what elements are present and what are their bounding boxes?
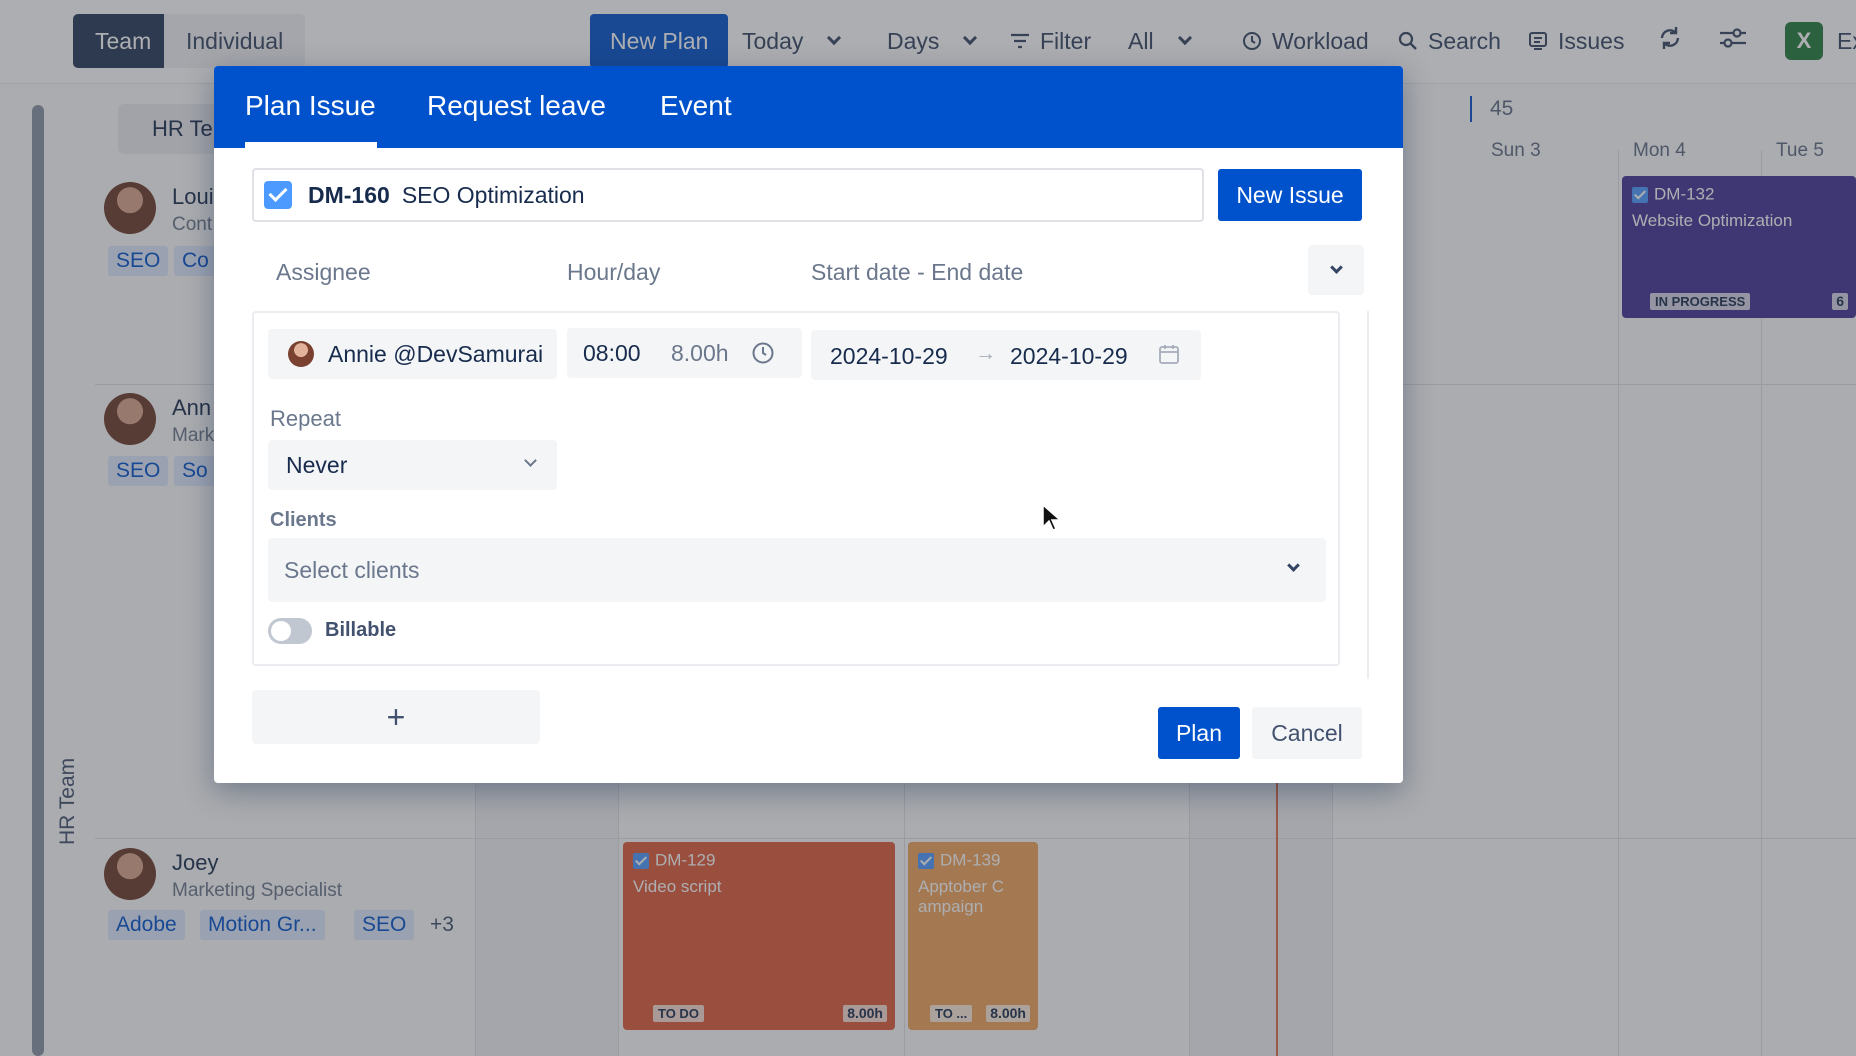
tab-event[interactable]: Event — [660, 90, 732, 122]
clock-icon — [751, 341, 775, 370]
chevron-down-icon — [524, 454, 537, 467]
collapse-button[interactable] — [1308, 245, 1364, 295]
panel-scrollbar[interactable] — [1367, 311, 1369, 679]
end-date[interactable]: 2024-10-29 — [1010, 343, 1128, 370]
new-issue-button[interactable]: New Issue — [1218, 169, 1362, 221]
start-date[interactable]: 2024-10-29 — [830, 343, 948, 370]
tab-plan-issue[interactable]: Plan Issue — [245, 90, 376, 122]
chevron-down-icon — [1329, 261, 1343, 274]
clients-label: Clients — [270, 509, 337, 531]
plan-button[interactable]: Plan — [1158, 707, 1240, 759]
assignee-select[interactable]: Annie @DevSamurai — [268, 329, 557, 379]
mouse-cursor-icon — [1042, 503, 1062, 537]
assignee-name: Annie @DevSamurai — [328, 340, 544, 367]
issue-selector[interactable]: DM-160 SEO Optimization — [252, 168, 1204, 222]
plan-label: Plan — [1175, 719, 1223, 746]
calendar-icon — [1158, 343, 1180, 370]
issue-key: DM-160 — [308, 181, 390, 208]
issue-checkbox[interactable] — [264, 181, 292, 209]
start-time-value[interactable]: 08:00 — [583, 340, 641, 367]
cancel-label: Cancel — [1271, 719, 1343, 746]
avatar — [288, 341, 314, 367]
tab-request-leave[interactable]: Request leave — [427, 90, 606, 122]
toggle-knob — [271, 621, 291, 641]
clients-select[interactable]: Select clients — [268, 538, 1326, 602]
repeat-select[interactable]: Never — [268, 440, 557, 490]
add-row-button[interactable]: + — [252, 690, 540, 744]
billable-label: Billable — [325, 619, 397, 641]
hours-input[interactable]: 08:00 8.00h — [567, 328, 802, 378]
repeat-value: Never — [286, 451, 348, 478]
arrow-right-icon: → — [975, 342, 996, 365]
plus-icon: + — [386, 698, 406, 735]
clients-placeholder: Select clients — [284, 556, 420, 583]
hours-value[interactable]: 8.00h — [671, 340, 729, 367]
plan-dialog: Plan Issue Request leave Event DM-160 SE… — [214, 66, 1403, 783]
assignee-column-label: Assignee — [276, 259, 371, 285]
issue-title: SEO Optimization — [401, 181, 585, 208]
billable-toggle[interactable] — [268, 618, 312, 644]
active-tab-indicator — [245, 142, 377, 148]
repeat-label: Repeat — [270, 406, 341, 431]
hour-day-column-label: Hour/day — [567, 259, 661, 285]
dialog-header: Plan Issue Request leave Event — [214, 66, 1403, 148]
date-range-picker[interactable]: 2024-10-29 → 2024-10-29 — [811, 330, 1201, 380]
chevron-down-icon — [1287, 559, 1300, 572]
cancel-button[interactable]: Cancel — [1252, 707, 1362, 759]
dates-column-label: Start date - End date — [811, 259, 1024, 285]
new-issue-label: New Issue — [1236, 181, 1344, 208]
